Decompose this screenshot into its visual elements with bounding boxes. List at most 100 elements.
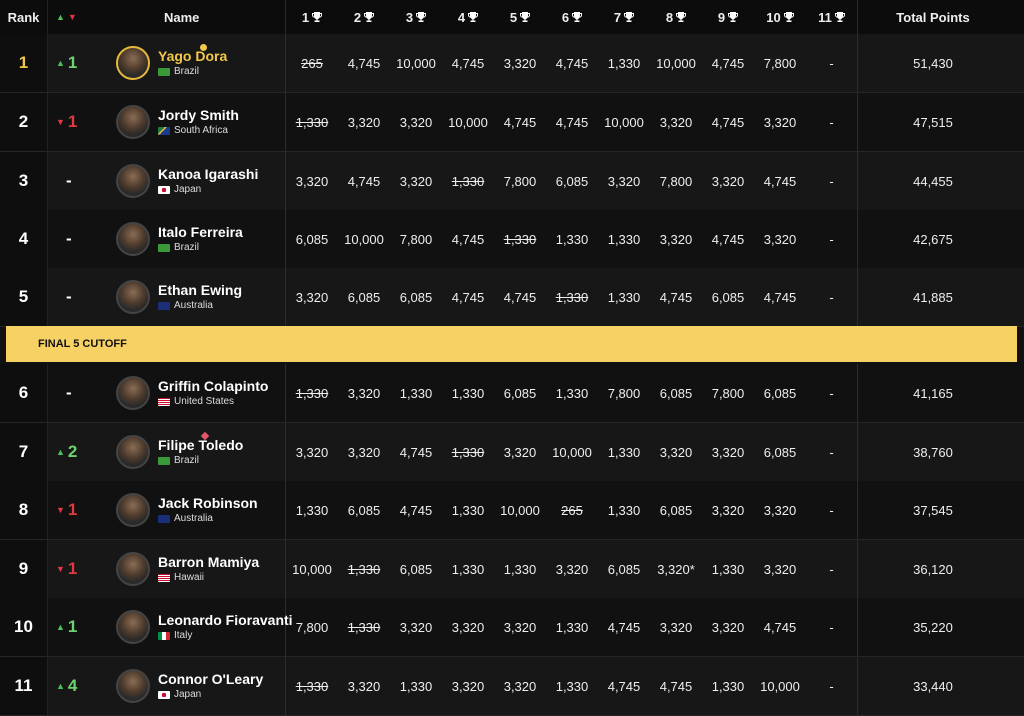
avatar[interactable] bbox=[116, 669, 150, 703]
athlete-cell[interactable]: Ethan Ewing Australia bbox=[96, 268, 286, 326]
event-score: 10,000 bbox=[286, 540, 338, 598]
table-row[interactable]: 5- Ethan Ewing Australia 3,320 6,085 6,085 4,7… bbox=[0, 268, 1024, 327]
athlete-name[interactable]: Leonardo Fioravanti bbox=[158, 612, 293, 628]
event-score: 4,745 bbox=[650, 657, 702, 715]
header-event-5[interactable]: 5 bbox=[494, 0, 546, 34]
athlete-cell[interactable]: Yago Dora Brazil bbox=[96, 34, 286, 92]
event-score-value: 6,085 bbox=[399, 561, 433, 577]
avatar[interactable] bbox=[116, 222, 150, 256]
athlete-cell[interactable]: Kanoa Igarashi Japan bbox=[96, 152, 286, 210]
avatar[interactable] bbox=[116, 105, 150, 139]
avatar[interactable] bbox=[116, 435, 150, 469]
header-movement-icon[interactable]: ▲ ▼ bbox=[48, 0, 96, 34]
event-score: 1,330 bbox=[546, 210, 598, 268]
event-score-value: 1,330 bbox=[399, 385, 433, 401]
event-score-value: 4,745 bbox=[451, 289, 485, 305]
table-row[interactable]: 9 ▼ 1 Barron Mamiya Hawaii 10,000 1,330 6,085 1,… bbox=[0, 540, 1024, 599]
athlete-name[interactable]: Connor O'Leary bbox=[158, 671, 263, 687]
event-score: 6,085 bbox=[702, 268, 754, 326]
event-score: 265 bbox=[546, 481, 598, 539]
table-row[interactable]: 6- Griffin Colapinto United States 1,330 3,3… bbox=[0, 364, 1024, 423]
table-row[interactable]: 7 ▲ 2 Filipe Toledo Brazil 3,320 3,320 4,745 1,3… bbox=[0, 423, 1024, 482]
athlete-name[interactable]: Barron Mamiya bbox=[158, 554, 259, 570]
table-row[interactable]: 2 ▼ 1 Jordy Smith South Africa 1,330 3,320 3,32… bbox=[0, 93, 1024, 152]
avatar[interactable] bbox=[116, 493, 150, 527]
event-score-value: 4,745 bbox=[659, 289, 693, 305]
header-total-points[interactable]: Total Points bbox=[858, 0, 1008, 34]
event-score-value: 3,320 bbox=[451, 619, 485, 635]
athlete-country: Japan bbox=[158, 184, 258, 195]
table-row[interactable]: 4- Italo Ferreira Brazil 6,085 10,000 7,800 4,… bbox=[0, 210, 1024, 269]
header-name[interactable]: Name bbox=[96, 0, 286, 34]
header-event-2[interactable]: 2 bbox=[338, 0, 390, 34]
table-row[interactable]: 11 ▲ 4 Connor O'Leary Japan 1,330 3,320 1,330 3,… bbox=[0, 657, 1024, 716]
athlete-name[interactable]: Filipe Toledo bbox=[158, 437, 243, 453]
athlete-cell[interactable]: Italo Ferreira Brazil bbox=[96, 210, 286, 268]
athlete-cell[interactable]: Barron Mamiya Hawaii bbox=[96, 540, 286, 598]
header-event-10[interactable]: 10 bbox=[754, 0, 806, 34]
event-score-value: 6,085 bbox=[607, 561, 641, 577]
event-score: 3,320 bbox=[650, 93, 702, 151]
avatar[interactable] bbox=[116, 280, 150, 314]
total-points: 51,430 bbox=[858, 34, 1008, 92]
avatar[interactable] bbox=[116, 610, 150, 644]
athlete-cell[interactable]: Jordy Smith South Africa bbox=[96, 93, 286, 151]
total-points: 44,455 bbox=[858, 152, 1008, 210]
event-score: 7,800 bbox=[754, 34, 806, 92]
table-row[interactable]: 1 ▲ 1 Yago Dora Brazil 265 4,745 10,000 4,745 3,3… bbox=[0, 34, 1024, 93]
total-points-value: 42,675 bbox=[913, 231, 953, 247]
athlete-name[interactable]: Jordy Smith bbox=[158, 107, 239, 123]
athlete-cell[interactable]: Connor O'Leary Japan bbox=[96, 657, 286, 715]
header-event-7[interactable]: 7 bbox=[598, 0, 650, 34]
up-arrow-icon: ▲ bbox=[56, 622, 65, 632]
table-row[interactable]: 8 ▼ 1 Jack Robinson Australia 1,330 6,085 4,745… bbox=[0, 481, 1024, 540]
header-event-8[interactable]: 8 bbox=[650, 0, 702, 34]
athlete-country: Australia bbox=[158, 513, 258, 524]
athlete-name[interactable]: Kanoa Igarashi bbox=[158, 166, 258, 182]
header-event-1[interactable]: 1 bbox=[286, 0, 338, 34]
event-score-value: 1,330 bbox=[607, 444, 641, 460]
header-event-9[interactable]: 9 bbox=[702, 0, 754, 34]
rank-number: 8 bbox=[0, 481, 48, 539]
table-row[interactable]: 3- Kanoa Igarashi Japan 3,320 4,745 3,320 1,33… bbox=[0, 152, 1024, 211]
avatar[interactable] bbox=[116, 376, 150, 410]
trophy-icon bbox=[569, 12, 583, 22]
athlete-cell[interactable]: Filipe Toledo Brazil bbox=[96, 423, 286, 481]
athlete-name[interactable]: Yago Dora bbox=[158, 48, 227, 64]
header-event-11[interactable]: 11 bbox=[806, 0, 858, 34]
table-row[interactable]: 10 ▲ 1 Leonardo Fioravanti Italy 7,800 1,330 3,… bbox=[0, 598, 1024, 657]
athlete-name[interactable]: Jack Robinson bbox=[158, 495, 258, 511]
athlete-name[interactable]: Griffin Colapinto bbox=[158, 378, 268, 394]
event-score: 4,745 bbox=[442, 210, 494, 268]
rank-number: 10 bbox=[0, 598, 48, 656]
header-event-number: 1 bbox=[301, 9, 310, 25]
header-rank[interactable]: Rank bbox=[0, 0, 48, 34]
rank-change: 1 bbox=[67, 53, 78, 72]
country-name: Brazil bbox=[174, 242, 200, 254]
rank-change: 4 bbox=[67, 676, 78, 695]
header-event-3[interactable]: 3 bbox=[390, 0, 442, 34]
avatar[interactable] bbox=[116, 46, 150, 80]
event-score: 3,320 bbox=[286, 152, 338, 210]
athlete-name[interactable]: Ethan Ewing bbox=[158, 282, 242, 298]
rankings-table: Rank ▲ ▼ Name 1 2 3 4 5 6 7 8 9 10 11 Total Points … bbox=[0, 0, 1024, 716]
athlete-cell[interactable]: Griffin Colapinto United States bbox=[96, 364, 286, 422]
athlete-country: South Africa bbox=[158, 125, 239, 136]
event-score: 3,320 bbox=[494, 598, 546, 656]
event-score: - bbox=[806, 152, 858, 210]
event-score-value: 4,745 bbox=[711, 114, 745, 130]
header-event-6[interactable]: 6 bbox=[546, 0, 598, 34]
header-event-4[interactable]: 4 bbox=[442, 0, 494, 34]
flag-jp-icon bbox=[158, 690, 170, 699]
event-score: 3,320 bbox=[338, 657, 390, 715]
rank-number: 1 bbox=[0, 34, 48, 92]
event-score: 4,745 bbox=[702, 34, 754, 92]
flag-hi-icon bbox=[158, 573, 170, 582]
avatar[interactable] bbox=[116, 552, 150, 586]
athlete-cell[interactable]: Jack Robinson Australia bbox=[96, 481, 286, 539]
event-score: 1,330 bbox=[702, 657, 754, 715]
athlete-name[interactable]: Italo Ferreira bbox=[158, 224, 243, 240]
athlete-cell[interactable]: Leonardo Fioravanti Italy bbox=[96, 598, 293, 656]
total-points-value: 35,220 bbox=[913, 619, 953, 635]
avatar[interactable] bbox=[116, 164, 150, 198]
